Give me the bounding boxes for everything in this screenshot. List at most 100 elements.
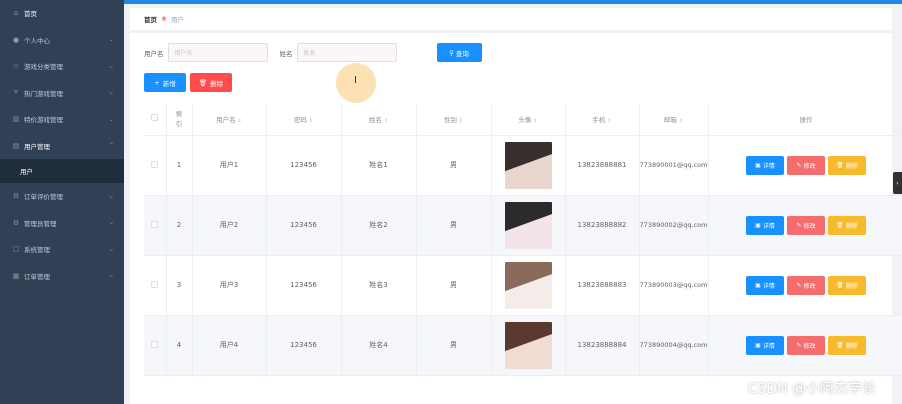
add-button[interactable]: + 新增 bbox=[144, 73, 186, 92]
detail-button[interactable]: ▣ 详情 bbox=[746, 215, 784, 235]
crop-icon: ⌗ bbox=[14, 88, 18, 97]
sort-icon[interactable]: ⇕ bbox=[459, 118, 463, 124]
detail-icon: ▣ bbox=[755, 341, 761, 349]
row-delete-button[interactable]: 🗑 删除 bbox=[828, 215, 866, 235]
username-input[interactable]: 用户名 bbox=[167, 43, 268, 62]
sidebar-item-system-management[interactable]: □ 系统管理 ⌄ bbox=[0, 236, 124, 263]
sort-icon[interactable]: ⇕ bbox=[533, 118, 537, 124]
delete-button[interactable]: 🗑 删除 bbox=[190, 73, 232, 92]
detail-button-label: 详情 bbox=[762, 282, 775, 290]
sidebar-subitem-user[interactable]: 用户 bbox=[0, 159, 124, 183]
avatar bbox=[504, 261, 552, 309]
sort-icon[interactable]: ⇕ bbox=[384, 118, 388, 124]
cell-phone: 13823888881 bbox=[565, 135, 640, 196]
row-checkbox[interactable] bbox=[151, 340, 159, 348]
cell-avatar bbox=[491, 315, 566, 376]
header-name-label: 姓名 bbox=[368, 115, 382, 124]
sidebar-item-admin-management[interactable]: ⚙ 管理员管理 ⌄ bbox=[0, 210, 124, 237]
list-icon: ▤ bbox=[12, 141, 20, 150]
search-button[interactable]: ⚲ 查询 bbox=[436, 43, 482, 62]
detail-button[interactable]: ▣ 详情 bbox=[746, 335, 784, 355]
row-delete-button-label: 删除 bbox=[845, 162, 858, 170]
header-avatar[interactable]: 头像 ⇕ bbox=[491, 103, 566, 136]
header-email[interactable]: 邮箱 ⇕ bbox=[639, 103, 709, 136]
text-cursor-icon: I bbox=[354, 75, 357, 86]
select-all-cell[interactable] bbox=[144, 103, 167, 136]
cell-gender: 男 bbox=[416, 255, 492, 316]
cell-index: 3 bbox=[166, 255, 193, 316]
sidebar-item-order-management[interactable]: ▦ 订单管理 ⌄ bbox=[0, 263, 124, 290]
cell-name: 姓名4 bbox=[341, 315, 417, 376]
row-select-cell[interactable] bbox=[144, 135, 167, 196]
header-username[interactable]: 用户名 ⇕ bbox=[192, 103, 267, 136]
sidebar-item-user-management[interactable]: ▤ 用户管理 ⌃ bbox=[0, 133, 124, 160]
row-select-cell[interactable] bbox=[144, 195, 167, 256]
detail-button[interactable]: ▣ 详情 bbox=[746, 155, 784, 175]
header-gender[interactable]: 性别 ⇕ bbox=[416, 103, 492, 136]
gear-icon: ⚙ bbox=[12, 192, 20, 201]
edit-button[interactable]: ✎ 修改 bbox=[787, 215, 825, 235]
row-delete-button-label: 删除 bbox=[845, 222, 858, 230]
breadcrumb-separator-icon: ❀ bbox=[161, 15, 167, 23]
row-delete-button[interactable]: 🗑 删除 bbox=[828, 155, 866, 175]
email-text: 773890001@qq.com bbox=[639, 160, 708, 169]
sidebar-item-label: 订单管理 bbox=[24, 272, 50, 281]
header-index-label: 索引 bbox=[175, 109, 183, 128]
user-icon: ● bbox=[12, 35, 20, 44]
edit-button-label: 修改 bbox=[803, 282, 816, 290]
breadcrumb-home[interactable]: 首页 bbox=[144, 14, 157, 24]
chevron-left-icon: ‹ bbox=[896, 179, 899, 187]
header-password[interactable]: 密码 ⇕ bbox=[266, 103, 342, 136]
name-input[interactable]: 姓名 bbox=[296, 43, 397, 62]
edit-button-label: 修改 bbox=[803, 162, 816, 170]
sort-icon[interactable]: ⇕ bbox=[607, 118, 611, 124]
detail-button[interactable]: ▣ 详情 bbox=[746, 275, 784, 295]
cell-email: 773890004@qq.com bbox=[639, 315, 709, 376]
table-row: 3 用户3 123456 姓名3 男 13823888883 773890003@qq.co… bbox=[144, 255, 902, 316]
header-name[interactable]: 姓名 ⇕ bbox=[341, 103, 417, 136]
row-select-cell[interactable] bbox=[144, 255, 167, 316]
header-gender-label: 性别 bbox=[443, 115, 457, 124]
sidebar-item-discount-games[interactable]: ▥ 特价游戏管理 ⌄ bbox=[0, 106, 124, 133]
sidebar-item-hot-games[interactable]: ⌗ 热门游戏管理 ⌄ bbox=[0, 80, 124, 107]
edit-button-label: 修改 bbox=[803, 222, 816, 230]
search-form: 用户名 用户名 姓名 姓名 ⚲ 查询 bbox=[144, 43, 482, 62]
trash-icon: 🗑 bbox=[198, 78, 208, 87]
row-select-cell[interactable] bbox=[144, 315, 167, 376]
sidebar-item-order-review[interactable]: ⚙ 订单评价管理 ⌄ bbox=[0, 183, 124, 210]
trash-icon: 🗑 bbox=[836, 161, 844, 169]
row-checkbox[interactable] bbox=[151, 220, 159, 228]
cell-index: 1 bbox=[166, 135, 193, 196]
cell-password: 123456 bbox=[266, 195, 342, 256]
cell-name: 姓名1 bbox=[341, 135, 417, 196]
collapse-handle[interactable]: ‹ bbox=[893, 172, 902, 194]
cell-gender: 男 bbox=[416, 135, 492, 196]
cell-avatar bbox=[491, 255, 566, 316]
username-label: 用户名 bbox=[144, 49, 164, 58]
row-checkbox[interactable] bbox=[151, 280, 159, 288]
sort-icon[interactable]: ⇕ bbox=[309, 118, 313, 124]
edit-button[interactable]: ✎ 修改 bbox=[787, 155, 825, 175]
sort-icon[interactable]: ⇕ bbox=[679, 118, 683, 124]
row-delete-button-label: 删除 bbox=[845, 282, 858, 290]
cell-avatar bbox=[491, 135, 566, 196]
header-password-label: 密码 bbox=[293, 115, 307, 124]
sidebar-item-label: 游戏分类管理 bbox=[24, 63, 63, 72]
edit-button[interactable]: ✎ 修改 bbox=[787, 335, 825, 355]
row-delete-button[interactable]: 🗑 删除 bbox=[828, 275, 866, 295]
select-all-checkbox[interactable] bbox=[151, 114, 159, 122]
header-phone[interactable]: 手机 ⇕ bbox=[565, 103, 640, 136]
row-checkbox[interactable] bbox=[151, 160, 159, 168]
cell-index: 4 bbox=[166, 315, 193, 376]
cell-actions: ▣ 详情 ✎ 修改 🗑 删除 bbox=[708, 135, 902, 196]
sort-icon[interactable]: ⇕ bbox=[238, 118, 242, 124]
sidebar-item-personal-center[interactable]: ● 个人中心 ⌄ bbox=[0, 27, 124, 54]
main-panel: 用户名 用户名 姓名 姓名 ⚲ 查询 + 新增 🗑 删除 I 索引 用户名 ⇕ … bbox=[130, 33, 902, 404]
sidebar-item-home[interactable]: ⌂ 首页 bbox=[0, 0, 124, 27]
chevron-up-icon: ⌃ bbox=[108, 142, 114, 150]
edit-button[interactable]: ✎ 修改 bbox=[787, 275, 825, 295]
row-delete-button[interactable]: 🗑 删除 bbox=[828, 335, 866, 355]
sidebar-item-label: 个人中心 bbox=[24, 36, 50, 45]
sidebar-item-game-category[interactable]: ◇ 游戏分类管理 ⌄ bbox=[0, 53, 124, 80]
chart-icon: ▥ bbox=[12, 115, 20, 124]
